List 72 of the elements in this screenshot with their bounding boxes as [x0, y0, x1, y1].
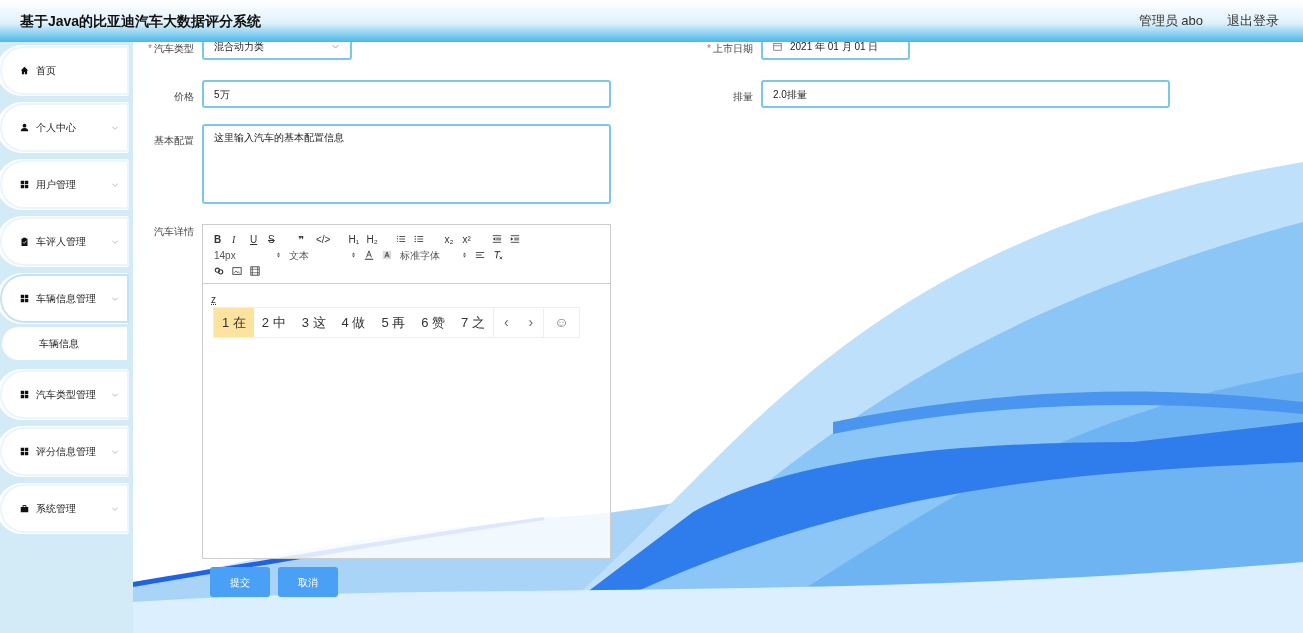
sidebar-item[interactable]: 个人中心	[2, 105, 127, 150]
outdent-icon	[492, 234, 503, 244]
format-button[interactable]: U	[247, 231, 265, 247]
required-mark: *	[148, 43, 152, 54]
clear-format-icon	[493, 250, 503, 260]
app-title: 基于Java的比亚迪汽车大数据评分系统	[19, 11, 262, 31]
grid-icon	[20, 294, 29, 303]
video-icon	[250, 266, 260, 276]
chevron-down-icon	[111, 294, 119, 303]
toolbar-dropdown[interactable]: 文本	[286, 247, 361, 263]
sidebar-item[interactable]: 首页	[2, 48, 127, 93]
format-button[interactable]: ❞	[295, 231, 313, 247]
clipboard-icon	[20, 237, 29, 246]
align-icon	[475, 250, 485, 260]
briefcase-icon	[20, 504, 29, 513]
toolbar-dropdown[interactable]: 标准字体	[397, 247, 472, 263]
chevron-down-icon	[331, 42, 340, 51]
text-color-icon	[364, 250, 374, 260]
grid-icon	[20, 180, 29, 189]
input-field[interactable]: 5万	[202, 80, 611, 108]
required-mark: *	[707, 43, 711, 54]
input-field[interactable]: 2.0排量	[761, 80, 1170, 108]
sidebar-item[interactable]: 系统管理	[2, 486, 127, 531]
field-label: 基本配置	[154, 135, 194, 146]
field-label: 上市日期	[713, 43, 753, 54]
format-button[interactable]: B	[211, 231, 229, 247]
format-button[interactable]: x²	[459, 231, 478, 247]
field-label: 汽车详情	[154, 226, 194, 237]
field-label: 汽车类型	[154, 43, 194, 54]
link-icon	[214, 266, 224, 276]
user-name: 管理员 abo	[1138, 12, 1203, 31]
select-field[interactable]: 混合动力类	[202, 42, 352, 60]
bullet-list-icon	[414, 234, 425, 244]
indent-icon	[510, 234, 521, 244]
sidebar-item[interactable]: 汽车类型管理	[2, 372, 127, 417]
chevron-down-icon	[111, 237, 119, 246]
sidebar-item[interactable]: 车评人管理	[2, 219, 127, 264]
sidebar-item[interactable]: 车辆信息管理	[2, 276, 127, 321]
rich-text-editor[interactable]: B I U S ❞ </> H₁ H₂ x₂ x² 14px 文本 标准字体 z 1 在 2 中 3 这 4 做 5 再 6 赞 7 之 ‹ › ☺	[202, 224, 611, 559]
grid-icon	[20, 390, 29, 399]
field-label: 排量	[733, 91, 753, 102]
sidebar-item[interactable]: 用户管理	[2, 162, 127, 207]
format-button[interactable]: S	[265, 231, 283, 247]
date-field[interactable]: 2021 年 01 月 01 日	[761, 42, 910, 60]
toolbar-dropdown[interactable]: 14px	[211, 247, 286, 263]
editor-content: z	[210, 293, 217, 307]
format-button[interactable]: H₁	[345, 231, 364, 247]
chevron-down-icon	[111, 447, 119, 456]
sort-icon	[463, 251, 469, 259]
sidebar-item[interactable]: 评分信息管理	[2, 429, 127, 474]
field-label: 价格	[174, 91, 194, 102]
grid-icon	[20, 447, 29, 456]
user-icon	[20, 123, 29, 132]
format-button[interactable]: x₂	[441, 231, 460, 247]
sidebar-subitem[interactable]: 车辆信息	[2, 327, 127, 360]
format-button[interactable]: </>	[313, 231, 334, 247]
home-icon	[20, 66, 29, 75]
highlight-icon	[382, 250, 392, 260]
image-icon	[232, 266, 242, 276]
ime-candidate[interactable]: 1 在	[214, 308, 254, 337]
format-button[interactable]: I	[229, 231, 247, 247]
chevron-down-icon	[111, 180, 119, 189]
text-area[interactable]: 这里输入汽车的基本配置信息	[202, 124, 611, 204]
chevron-down-icon	[111, 123, 119, 132]
sort-icon	[277, 251, 283, 259]
format-button[interactable]: H₂	[363, 231, 382, 247]
chevron-down-icon	[111, 504, 119, 513]
logout-link[interactable]: 退出登录	[1227, 11, 1279, 31]
chevron-down-icon	[111, 390, 119, 399]
ordered-list-icon	[396, 234, 407, 244]
sort-icon	[352, 251, 358, 259]
calendar-icon	[773, 42, 782, 51]
